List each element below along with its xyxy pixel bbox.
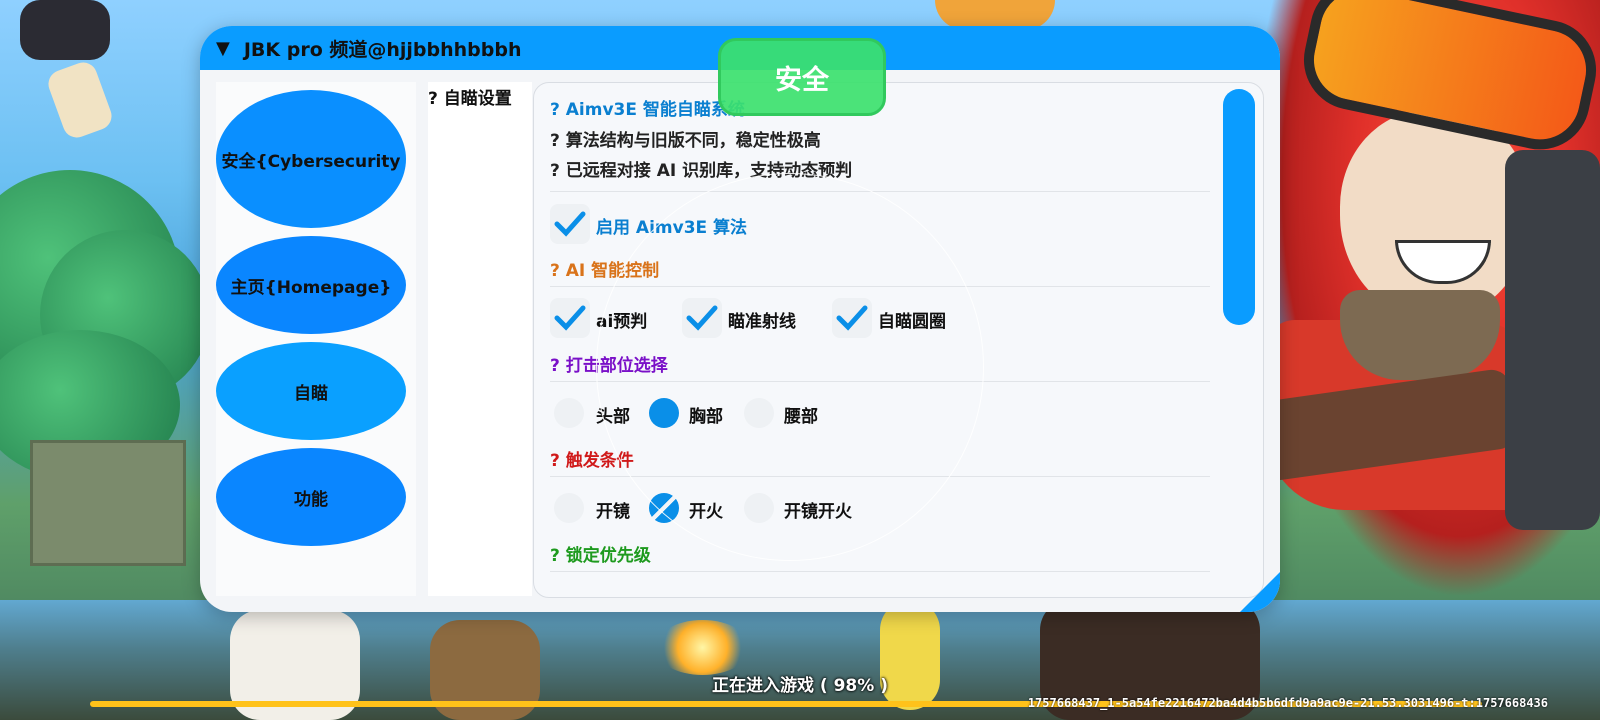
trigger-condition-title: ? 触发条件 [550, 451, 634, 471]
lock-priority-title: ? 锁定优先级 [550, 546, 651, 566]
checkmark-icon [686, 305, 718, 331]
collapse-arrow-icon[interactable]: ▼ [216, 38, 230, 59]
ai-predict-label[interactable]: ai预判 [596, 307, 647, 332]
hit-head-radio[interactable] [554, 398, 584, 428]
hero-gun [1505, 150, 1600, 530]
sidebar-item-homepage[interactable]: 主页{Homepage} [216, 236, 406, 334]
divider [550, 286, 1210, 287]
system-description-2: ? 已远程对接 AI 识别库，支持动态预判 [550, 161, 853, 181]
section-tab: ? 自瞄设置 [428, 82, 532, 596]
loading-text: 正在进入游戏 ( 98% ) [712, 676, 888, 696]
aim-circle-label[interactable]: 自瞄圆圈 [878, 307, 946, 332]
ruin-wall [30, 440, 186, 566]
muzzle-flash [655, 620, 750, 675]
checkmark-icon [554, 305, 586, 331]
flying-character-boot [44, 58, 116, 142]
aim-ray-checkbox[interactable] [682, 298, 722, 338]
trigger-scope-radio[interactable] [554, 493, 584, 523]
trigger-fire-label[interactable]: 开火 [689, 497, 723, 522]
system-description-1: ? 算法结构与旧版不同，稳定性极高 [550, 131, 821, 151]
ai-control-title: ? AI 智能控制 [550, 261, 660, 281]
flying-character [20, 0, 110, 60]
enable-aimv3e-label[interactable]: 启用 Aimv3E 算法 [596, 213, 747, 238]
hit-waist-radio[interactable] [744, 398, 774, 428]
system-title: ? Aimv3E 智能自瞄系统 [550, 100, 745, 120]
resize-handle[interactable] [1240, 572, 1280, 612]
sidebar-item-security[interactable]: 安全{Cybersecurity [216, 90, 406, 228]
checkmark-icon [554, 211, 586, 237]
trigger-scope-fire-label[interactable]: 开镜开火 [784, 497, 852, 522]
divider [550, 476, 1210, 477]
hit-head-label[interactable]: 头部 [596, 402, 630, 427]
trigger-scope-fire-radio[interactable] [744, 493, 774, 523]
sidebar-item-aimbot[interactable]: 自瞄 [216, 342, 406, 440]
aim-ray-label[interactable]: 瞄准射线 [728, 307, 796, 332]
hero-mask [1340, 290, 1500, 380]
section-tab-label: ? 自瞄设置 [428, 89, 512, 109]
ai-predict-checkbox[interactable] [550, 298, 590, 338]
hit-chest-radio[interactable] [649, 398, 679, 428]
divider [550, 571, 1210, 572]
trigger-fire-radio[interactable] [649, 493, 679, 523]
sidebar: 安全{Cybersecurity 主页{Homepage} 自瞄 功能 [216, 82, 416, 596]
aim-circle-checkbox[interactable] [832, 298, 872, 338]
status-badge: 安全 [718, 38, 886, 116]
scrollbar-thumb[interactable] [1223, 89, 1255, 325]
sidebar-item-features[interactable]: 功能 [216, 448, 406, 546]
trigger-scope-label[interactable]: 开镜 [596, 497, 630, 522]
checkmark-icon [836, 305, 868, 331]
hit-chest-label[interactable]: 胸部 [689, 402, 723, 427]
hit-part-title: ? 打击部位选择 [550, 356, 668, 376]
window-title: JBK pro 频道@hjjbbhhbbbh [243, 38, 522, 61]
settings-panel: ? Aimv3E 智能自瞄系统 ? 算法结构与旧版不同，稳定性极高 ? 已远程对… [533, 82, 1264, 598]
build-id: 1757668437_1-5a54fe2216472ba4d4b5b6dfd9a… [1027, 696, 1548, 710]
divider [550, 381, 1210, 382]
enable-aimv3e-checkbox[interactable] [550, 204, 590, 244]
divider [550, 191, 1210, 192]
hit-waist-label[interactable]: 腰部 [784, 402, 818, 427]
